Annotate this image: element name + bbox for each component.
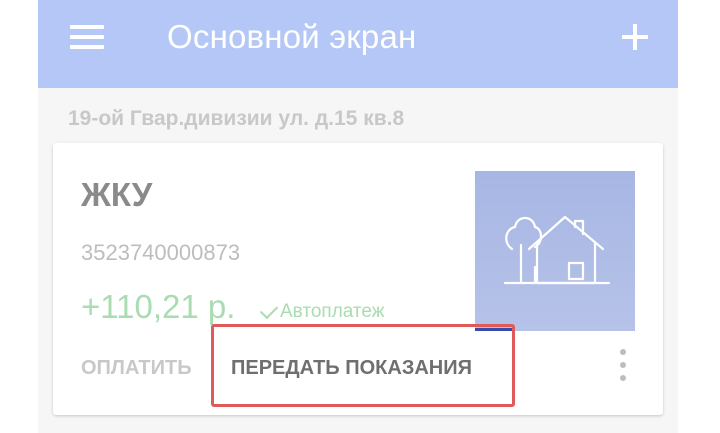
service-card[interactable]: ЖКУ 3523740000873 +110,21 р. Автоплатеж bbox=[53, 143, 663, 415]
more-vertical-icon[interactable] bbox=[616, 349, 630, 385]
hamburger-menu-icon[interactable] bbox=[70, 25, 104, 49]
page-title: Основной экран bbox=[167, 18, 417, 55]
screen: Основной экран 19-ой Гвар.дивизии ул. д.… bbox=[0, 0, 720, 433]
house-with-trees-icon bbox=[503, 215, 611, 285]
submit-readings-button[interactable]: ПЕРЕДАТЬ ПОКАЗАНИЯ bbox=[231, 357, 472, 380]
account-number: 3523740000873 bbox=[81, 240, 241, 265]
autopay-status: Автоплатеж bbox=[259, 300, 385, 323]
checkmark-icon bbox=[259, 300, 279, 320]
autopay-label: Автоплатеж bbox=[280, 301, 385, 322]
address-header: 19-ой Гвар.дивизии ул. д.15 кв.8 bbox=[68, 107, 405, 130]
card-title: ЖКУ bbox=[81, 176, 153, 213]
service-image bbox=[475, 171, 635, 331]
app-bar: Основной экран bbox=[38, 0, 678, 88]
balance-amount: +110,21 р. bbox=[81, 288, 236, 325]
app-window: Основной экран 19-ой Гвар.дивизии ул. д.… bbox=[38, 0, 678, 433]
pay-button[interactable]: ОПЛАТИТЬ bbox=[81, 357, 192, 380]
plus-icon[interactable] bbox=[622, 24, 648, 50]
tile-accent-bar bbox=[475, 328, 513, 331]
